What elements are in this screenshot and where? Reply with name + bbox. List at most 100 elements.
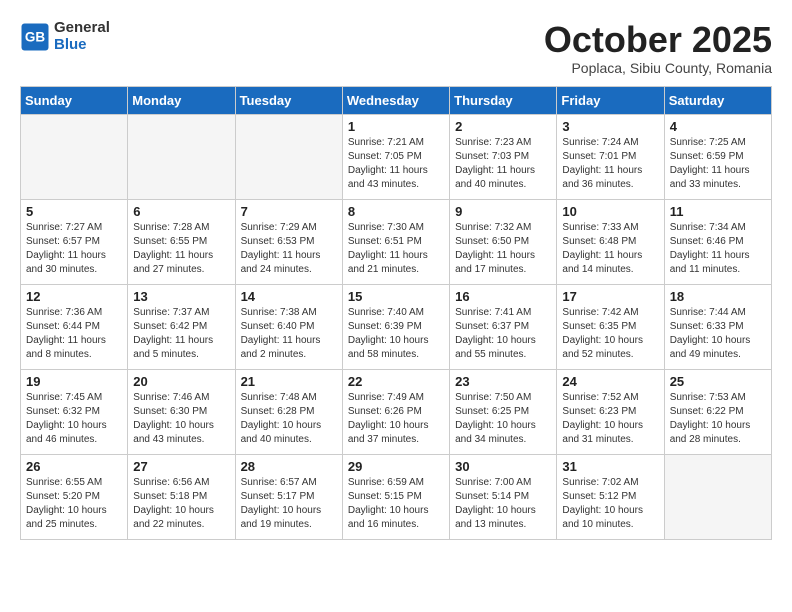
day-number: 12 <box>26 289 122 304</box>
day-info: Sunrise: 7:02 AM Sunset: 5:12 PM Dayligh… <box>562 476 658 532</box>
day-info: Sunrise: 7:00 AM Sunset: 5:14 PM Dayligh… <box>455 476 551 532</box>
logo-blue-text: Blue <box>54 37 110 54</box>
calendar-cell: 14 Sunrise: 7:38 AM Sunset: 6:40 PM Dayli… <box>235 284 342 369</box>
weekday-header-wednesday: Wednesday <box>342 86 449 114</box>
calendar-cell: 1 Sunrise: 7:21 AM Sunset: 7:05 PM Daylig… <box>342 114 449 199</box>
calendar-cell: 2 Sunrise: 7:23 AM Sunset: 7:03 PM Daylig… <box>450 114 557 199</box>
day-info: Sunrise: 6:55 AM Sunset: 5:20 PM Dayligh… <box>26 476 122 532</box>
day-info: Sunrise: 7:50 AM Sunset: 6:25 PM Dayligh… <box>455 391 551 447</box>
day-number: 17 <box>562 289 658 304</box>
day-info: Sunrise: 7:40 AM Sunset: 6:39 PM Dayligh… <box>348 306 444 362</box>
calendar-cell: 11Sunrise: 7:34 AM Sunset: 6:46 PM Dayli… <box>664 199 771 284</box>
day-number: 27 <box>133 459 229 474</box>
day-number: 15 <box>348 289 444 304</box>
calendar-cell: 19 Sunrise: 7:45 AM Sunset: 6:32 PM Dayli… <box>21 369 128 454</box>
title-block: October 2025 Poplaca, Sibiu County, Roma… <box>544 20 772 76</box>
calendar-cell: 23 Sunrise: 7:50 AM Sunset: 6:25 PM Dayli… <box>450 369 557 454</box>
svg-text:GB: GB <box>25 29 46 44</box>
day-number: 23 <box>455 374 551 389</box>
day-info: Sunrise: 7:52 AM Sunset: 6:23 PM Dayligh… <box>562 391 658 447</box>
day-info: Sunrise: 6:59 AM Sunset: 5:15 PM Dayligh… <box>348 476 444 532</box>
calendar-cell <box>235 114 342 199</box>
calendar-cell: 6Sunrise: 7:28 AM Sunset: 6:55 PM Daylig… <box>128 199 235 284</box>
day-number: 6 <box>133 204 229 219</box>
calendar-cell: 30 Sunrise: 7:00 AM Sunset: 5:14 PM Dayli… <box>450 454 557 539</box>
weekday-header-monday: Monday <box>128 86 235 114</box>
day-number: 10 <box>562 204 658 219</box>
day-info: Sunrise: 7:48 AM Sunset: 6:28 PM Dayligh… <box>241 391 337 447</box>
calendar-cell: 3Sunrise: 7:24 AM Sunset: 7:01 PM Daylig… <box>557 114 664 199</box>
weekday-header-row: SundayMondayTuesdayWednesdayThursdayFrid… <box>21 86 772 114</box>
day-number: 3 <box>562 119 658 134</box>
day-number: 14 <box>241 289 337 304</box>
calendar-cell: 8 Sunrise: 7:30 AM Sunset: 6:51 PM Daylig… <box>342 199 449 284</box>
day-number: 19 <box>26 374 122 389</box>
day-number: 16 <box>455 289 551 304</box>
month-title: October 2025 <box>544 20 772 60</box>
day-info: Sunrise: 7:49 AM Sunset: 6:26 PM Dayligh… <box>348 391 444 447</box>
logo: GB General Blue <box>20 20 110 53</box>
day-number: 30 <box>455 459 551 474</box>
day-info: Sunrise: 7:33 AM Sunset: 6:48 PM Dayligh… <box>562 221 658 277</box>
calendar-cell: 4 Sunrise: 7:25 AM Sunset: 6:59 PM Daylig… <box>664 114 771 199</box>
weekday-header-tuesday: Tuesday <box>235 86 342 114</box>
calendar-cell: 7Sunrise: 7:29 AM Sunset: 6:53 PM Daylig… <box>235 199 342 284</box>
weekday-header-saturday: Saturday <box>664 86 771 114</box>
calendar-cell: 24 Sunrise: 7:52 AM Sunset: 6:23 PM Dayli… <box>557 369 664 454</box>
calendar-cell: 27Sunrise: 6:56 AM Sunset: 5:18 PM Dayli… <box>128 454 235 539</box>
calendar-cell: 22 Sunrise: 7:49 AM Sunset: 6:26 PM Dayli… <box>342 369 449 454</box>
calendar-cell: 29Sunrise: 6:59 AM Sunset: 5:15 PM Dayli… <box>342 454 449 539</box>
calendar-cell: 13 Sunrise: 7:37 AM Sunset: 6:42 PM Dayli… <box>128 284 235 369</box>
day-number: 28 <box>241 459 337 474</box>
logo-icon: GB <box>20 22 50 52</box>
day-info: Sunrise: 7:44 AM Sunset: 6:33 PM Dayligh… <box>670 306 766 362</box>
day-number: 25 <box>670 374 766 389</box>
logo-general-text: General <box>54 20 110 37</box>
calendar-cell: 15 Sunrise: 7:40 AM Sunset: 6:39 PM Dayli… <box>342 284 449 369</box>
day-info: Sunrise: 7:38 AM Sunset: 6:40 PM Dayligh… <box>241 306 337 362</box>
page-header: GB General Blue October 2025 Poplaca, Si… <box>20 20 772 76</box>
day-number: 8 <box>348 204 444 219</box>
calendar-cell: 18Sunrise: 7:44 AM Sunset: 6:33 PM Dayli… <box>664 284 771 369</box>
day-number: 21 <box>241 374 337 389</box>
day-number: 5 <box>26 204 122 219</box>
day-number: 4 <box>670 119 766 134</box>
calendar-cell: 26 Sunrise: 6:55 AM Sunset: 5:20 PM Dayli… <box>21 454 128 539</box>
day-number: 24 <box>562 374 658 389</box>
calendar-cell <box>128 114 235 199</box>
day-info: Sunrise: 7:45 AM Sunset: 6:32 PM Dayligh… <box>26 391 122 447</box>
day-info: Sunrise: 7:37 AM Sunset: 6:42 PM Dayligh… <box>133 306 229 362</box>
calendar-cell: 5 Sunrise: 7:27 AM Sunset: 6:57 PM Daylig… <box>21 199 128 284</box>
calendar-cell <box>21 114 128 199</box>
day-info: Sunrise: 7:32 AM Sunset: 6:50 PM Dayligh… <box>455 221 551 277</box>
day-number: 31 <box>562 459 658 474</box>
calendar-cell: 21 Sunrise: 7:48 AM Sunset: 6:28 PM Dayli… <box>235 369 342 454</box>
location-subtitle: Poplaca, Sibiu County, Romania <box>544 60 772 76</box>
day-number: 26 <box>26 459 122 474</box>
day-info: Sunrise: 7:23 AM Sunset: 7:03 PM Dayligh… <box>455 136 551 192</box>
calendar-cell <box>664 454 771 539</box>
day-number: 13 <box>133 289 229 304</box>
day-info: Sunrise: 7:53 AM Sunset: 6:22 PM Dayligh… <box>670 391 766 447</box>
calendar-cell: 20 Sunrise: 7:46 AM Sunset: 6:30 PM Dayli… <box>128 369 235 454</box>
day-info: Sunrise: 7:42 AM Sunset: 6:35 PM Dayligh… <box>562 306 658 362</box>
weekday-header-thursday: Thursday <box>450 86 557 114</box>
calendar-cell: 28Sunrise: 6:57 AM Sunset: 5:17 PM Dayli… <box>235 454 342 539</box>
calendar-week-row: 12Sunrise: 7:36 AM Sunset: 6:44 PM Dayli… <box>21 284 772 369</box>
day-info: Sunrise: 7:21 AM Sunset: 7:05 PM Dayligh… <box>348 136 444 192</box>
day-info: Sunrise: 7:25 AM Sunset: 6:59 PM Dayligh… <box>670 136 766 192</box>
weekday-header-friday: Friday <box>557 86 664 114</box>
day-number: 20 <box>133 374 229 389</box>
calendar-cell: 25 Sunrise: 7:53 AM Sunset: 6:22 PM Dayli… <box>664 369 771 454</box>
day-number: 22 <box>348 374 444 389</box>
day-info: Sunrise: 7:46 AM Sunset: 6:30 PM Dayligh… <box>133 391 229 447</box>
day-number: 1 <box>348 119 444 134</box>
calendar-week-row: 5 Sunrise: 7:27 AM Sunset: 6:57 PM Daylig… <box>21 199 772 284</box>
day-info: Sunrise: 7:27 AM Sunset: 6:57 PM Dayligh… <box>26 221 122 277</box>
calendar-cell: 17 Sunrise: 7:42 AM Sunset: 6:35 PM Dayli… <box>557 284 664 369</box>
day-number: 7 <box>241 204 337 219</box>
day-info: Sunrise: 7:30 AM Sunset: 6:51 PM Dayligh… <box>348 221 444 277</box>
day-info: Sunrise: 7:41 AM Sunset: 6:37 PM Dayligh… <box>455 306 551 362</box>
calendar-week-row: 19 Sunrise: 7:45 AM Sunset: 6:32 PM Dayli… <box>21 369 772 454</box>
day-number: 2 <box>455 119 551 134</box>
